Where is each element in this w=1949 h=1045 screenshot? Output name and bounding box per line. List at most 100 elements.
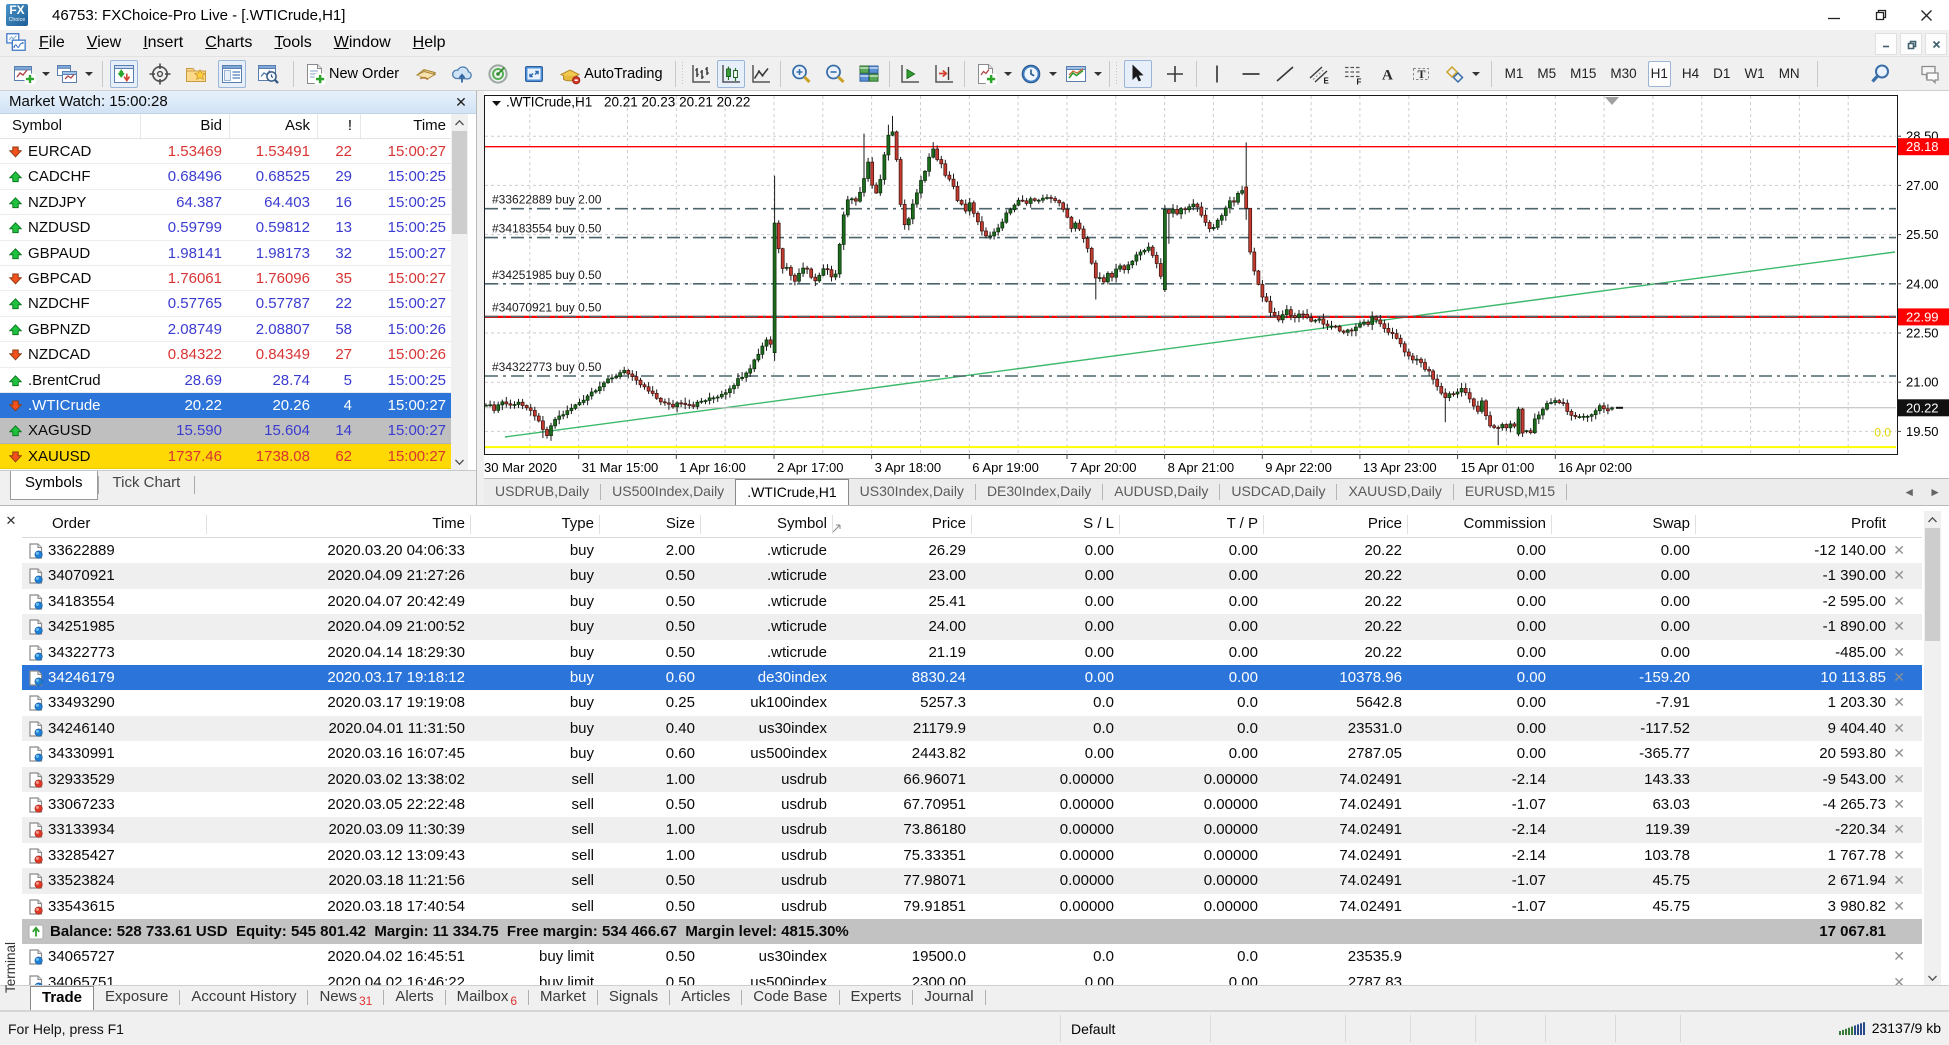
- templates-dropdown[interactable]: [1094, 60, 1103, 88]
- terminal-row[interactable]: 343227732020.04.14 18:29:30buy0.50.wticr…: [22, 640, 1922, 665]
- chart-tab-usdcad-daily[interactable]: USDCAD,Daily: [1220, 479, 1336, 505]
- new-chart-dropdown[interactable]: [41, 60, 50, 88]
- market-watch-col-ask[interactable]: Ask: [285, 114, 310, 139]
- indicators-button[interactable]: [972, 60, 1000, 88]
- market-watch-row[interactable]: .WTICrude20.2220.26415:00:27: [0, 393, 452, 418]
- close-order-button[interactable]: ✕: [1893, 944, 1905, 969]
- market-watch-row[interactable]: NZDUSD0.597990.598121315:00:25: [0, 215, 452, 240]
- timeframe-m1-button[interactable]: M1: [1502, 61, 1527, 87]
- menu-file[interactable]: File: [28, 30, 76, 56]
- terminal-row[interactable]: 335436152020.03.18 17:40:54sell0.50usdru…: [22, 894, 1922, 919]
- data-window-button[interactable]: [146, 60, 174, 88]
- timeframe-w1-button[interactable]: W1: [1741, 61, 1767, 87]
- zoom-out-button[interactable]: [821, 60, 849, 88]
- timeframe-m5-button[interactable]: M5: [1534, 61, 1559, 87]
- shapes-button[interactable]: [1441, 60, 1469, 88]
- market-watch-col-alert[interactable]: !: [348, 114, 352, 139]
- terminal-row[interactable]: 332854272020.03.12 13:09:43sell1.00usdru…: [22, 843, 1922, 868]
- market-watch-row[interactable]: GBPNZD2.087492.088075815:00:26: [0, 317, 452, 342]
- menu-view[interactable]: View: [76, 30, 132, 56]
- terminal-row[interactable]: 335238242020.03.18 11:21:56sell0.50usdru…: [22, 868, 1922, 893]
- terminal-button[interactable]: [218, 60, 246, 88]
- terminal-row[interactable]: 340657272020.04.02 16:45:51buy limit0.50…: [22, 944, 1922, 969]
- menu-tools[interactable]: Tools: [263, 30, 322, 56]
- fibonacci-button[interactable]: F: [1339, 60, 1367, 88]
- auto-scroll-button[interactable]: [896, 60, 924, 88]
- close-position-button[interactable]: ✕: [1893, 665, 1905, 690]
- terminal-tab-exposure[interactable]: Exposure: [94, 986, 179, 1010]
- profiles-button[interactable]: [53, 60, 81, 88]
- chart-line-button[interactable]: [747, 60, 775, 88]
- close-position-button[interactable]: ✕: [1893, 741, 1905, 766]
- market-watch-row[interactable]: NZDJPY64.38764.4031615:00:25: [0, 190, 452, 215]
- tabs-right-arrow[interactable]: ►: [1929, 485, 1941, 499]
- timeframe-mn-button[interactable]: MN: [1776, 61, 1803, 87]
- cursor-button[interactable]: [1124, 60, 1152, 88]
- timeframe-d1-button[interactable]: D1: [1710, 61, 1733, 87]
- scroll-up-arrow[interactable]: [1924, 511, 1941, 528]
- terminal-row[interactable]: 340657512020.04.02 16:46:22buy limit0.50…: [22, 970, 1922, 986]
- menu-charts[interactable]: Charts: [194, 30, 263, 56]
- win-minimize-button[interactable]: [1811, 0, 1857, 30]
- market-watch-row[interactable]: NZDCAD0.843220.843492715:00:26: [0, 342, 452, 367]
- text-label-button[interactable]: T: [1407, 60, 1435, 88]
- community-button[interactable]: [484, 60, 512, 88]
- metaeditor-button[interactable]: [412, 60, 440, 88]
- terminal-tab-journal[interactable]: Journal: [913, 986, 984, 1010]
- terminal-row[interactable]: 342519852020.04.09 21:00:52buy0.50.wticr…: [22, 614, 1922, 639]
- terminal-col-tp[interactable]: T / P: [1227, 511, 1258, 538]
- market-watch-col-time[interactable]: Time: [413, 114, 446, 139]
- periods-dropdown[interactable]: [1049, 60, 1058, 88]
- chart-tab-usdrub-daily[interactable]: USDRUB,Daily: [484, 479, 600, 505]
- terminal-col-time[interactable]: Time: [432, 511, 465, 538]
- navigator-button[interactable]: [182, 60, 210, 88]
- terminal-row[interactable]: 329335292020.03.02 13:38:02sell1.00usdru…: [22, 767, 1922, 792]
- terminal-col-type[interactable]: Type: [561, 511, 594, 538]
- terminal-row[interactable]: 342461402020.04.01 11:31:50buy0.40us30in…: [22, 716, 1922, 741]
- chart-tab-de30index-daily[interactable]: DE30Index,Daily: [976, 479, 1102, 505]
- terminal-row[interactable]: 343309912020.03.16 16:07:45buy0.60us500i…: [22, 741, 1922, 766]
- chart-bars-button[interactable]: [687, 60, 715, 88]
- indicators-dropdown[interactable]: [1004, 60, 1013, 88]
- scroll-thumb[interactable]: [1925, 528, 1940, 641]
- terminal-tab-mailbox[interactable]: Mailbox6: [446, 986, 528, 1010]
- close-position-button[interactable]: ✕: [1893, 690, 1905, 715]
- hline-button[interactable]: [1237, 60, 1265, 88]
- terminal-row[interactable]: 336228892020.03.20 04:06:33buy2.00.wticr…: [22, 538, 1922, 563]
- win-restore-button[interactable]: [1857, 0, 1903, 30]
- scroll-down-arrow[interactable]: [451, 453, 468, 470]
- terminal-row[interactable]: 340709212020.04.09 21:27:26buy0.50.wticr…: [22, 563, 1922, 588]
- market-watch-row[interactable]: GBPAUD1.981411.981733215:00:27: [0, 241, 452, 266]
- terminal-col-profit[interactable]: Profit: [1851, 511, 1886, 538]
- mdi-minimize-button[interactable]: [1875, 33, 1897, 55]
- terminal-tab-account-history[interactable]: Account History: [180, 986, 307, 1010]
- terminal-tab-market[interactable]: Market: [529, 986, 597, 1010]
- menu-window[interactable]: Window: [323, 30, 402, 56]
- chart-shift-button[interactable]: [930, 60, 958, 88]
- market-watch-col-bid[interactable]: Bid: [200, 114, 222, 139]
- market-watch-button[interactable]: [110, 60, 138, 88]
- close-position-button[interactable]: ✕: [1893, 614, 1905, 639]
- zoom-in-button[interactable]: [787, 60, 815, 88]
- market-watch-row[interactable]: NZDCHF0.577650.577872215:00:27: [0, 291, 452, 316]
- terminal-row[interactable]: 331339342020.03.09 11:30:39sell1.00usdru…: [22, 817, 1922, 842]
- close-position-button[interactable]: ✕: [1893, 792, 1905, 817]
- terminal-row[interactable]: 342461792020.03.17 19:18:12buy0.60de30in…: [22, 665, 1922, 690]
- terminal-close-button[interactable]: ✕: [4, 514, 18, 528]
- terminal-col-price[interactable]: Price: [932, 511, 966, 538]
- market-watch-close-button[interactable]: ✕: [452, 93, 470, 111]
- scroll-up-arrow[interactable]: [451, 114, 468, 131]
- crosshair-button[interactable]: [1161, 60, 1189, 88]
- close-position-button[interactable]: ✕: [1893, 767, 1905, 792]
- price-chart[interactable]: #33622889 buy 2.00#34183554 buy 0.50#342…: [484, 91, 1949, 478]
- terminal-row[interactable]: 330672332020.03.05 22:22:48sell0.50usdru…: [22, 792, 1922, 817]
- chart-candles-button[interactable]: [717, 60, 745, 88]
- market-watch-row[interactable]: CADCHF0.684960.685252915:00:25: [0, 164, 452, 189]
- market-watch-col-symbol[interactable]: Symbol: [12, 114, 62, 139]
- new-order-button[interactable]: New Order: [301, 60, 404, 88]
- text-button[interactable]: A: [1373, 60, 1401, 88]
- close-position-button[interactable]: ✕: [1893, 843, 1905, 868]
- market-watch-row[interactable]: EURCAD1.534691.534912215:00:27: [0, 139, 452, 164]
- mdi-close-button[interactable]: [1925, 33, 1947, 55]
- terminal-col-commission[interactable]: Commission: [1463, 511, 1546, 538]
